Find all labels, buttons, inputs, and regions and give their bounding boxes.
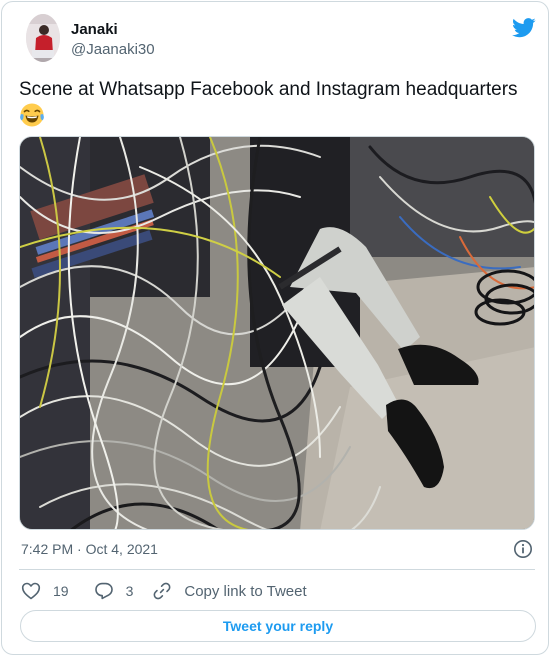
tweet-timestamp[interactable]: 7:42 PM · Oct 4, 2021 [21,541,158,557]
divider [19,569,535,570]
tweet-your-reply-button[interactable]: Tweet your reply [20,610,536,642]
copy-link-label: Copy link to Tweet [184,582,307,600]
copy-link-button[interactable]: Copy link to Tweet [152,581,307,601]
tweet-actions: 19 3 Copy link to Tweet [21,579,307,603]
reply-button[interactable]: 3 [94,581,134,601]
tweet-text: Scene at Whatsapp Facebook and Instagram… [19,78,539,128]
face-with-tears-of-joy-icon [20,103,44,127]
tweet-card: Janaki @Jaanaki30 Scene at Whatsapp Face… [1,1,549,655]
author-handle[interactable]: @Jaanaki30 [71,41,155,58]
link-icon [153,582,171,600]
twitter-bird-icon[interactable] [512,17,536,39]
reply-count: 3 [125,583,134,599]
reply-icon [94,582,113,600]
tweet-text-content: Scene at Whatsapp Facebook and Instagram… [19,79,518,100]
tweet-photo[interactable] [19,136,535,530]
info-icon[interactable] [513,539,533,559]
like-count: 19 [53,583,69,599]
heart-icon [21,582,41,600]
server-cables-photo [20,137,534,529]
avatar[interactable] [26,14,60,62]
like-button[interactable]: 19 [21,581,69,601]
author-name[interactable]: Janaki [71,21,118,38]
